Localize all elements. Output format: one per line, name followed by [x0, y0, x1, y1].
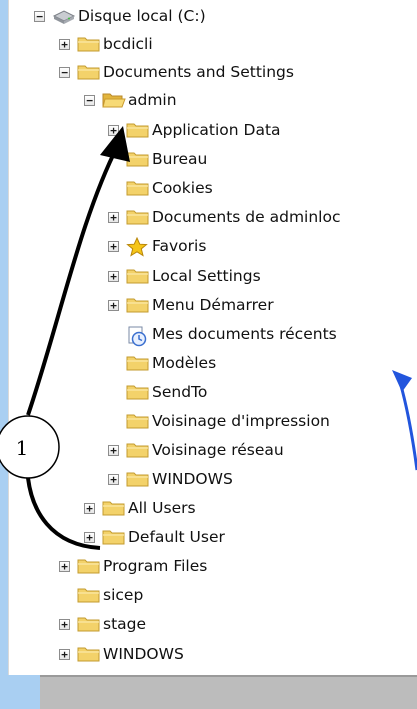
scrollbar-edge	[40, 675, 417, 677]
tree-item-all-users[interactable]: + All Users	[0, 495, 417, 523]
open-folder-icon	[102, 91, 126, 109]
folder-icon	[126, 121, 149, 139]
expand-button[interactable]: +	[59, 39, 70, 50]
folder-icon	[77, 557, 100, 575]
tree-item-label: Bureau	[152, 150, 208, 168]
folder-icon	[126, 150, 149, 168]
tree-item-label: Voisinage réseau	[152, 441, 284, 459]
tree-item-label: WINDOWS	[152, 470, 233, 488]
tree-item-label: stage	[103, 615, 147, 633]
expand-button[interactable]: +	[84, 503, 95, 514]
tree-item-menu-demarrer[interactable]: + Menu Démarrer	[0, 292, 417, 320]
tree-item-program-files[interactable]: + Program Files	[0, 553, 417, 581]
horizontal-scrollbar[interactable]	[40, 675, 417, 709]
star-icon	[126, 236, 148, 257]
tree-item-stage[interactable]: + stage	[0, 611, 417, 639]
tree-item-documents-and-settings[interactable]: − Documents and Settings	[0, 59, 417, 87]
tree-item-mes-documents-recents[interactable]: Mes documents récents	[0, 321, 417, 349]
tree-item-label: Program Files	[103, 557, 208, 575]
recent-documents-icon	[126, 325, 148, 347]
folder-icon	[126, 383, 149, 401]
folder-tree: − Disque local (C:) + bcdicli − Documents and…	[0, 0, 417, 675]
tree-item-label: SendTo	[152, 383, 208, 401]
folder-icon	[126, 179, 149, 197]
tree-item-favoris[interactable]: + Favoris	[0, 233, 417, 261]
tree-item-label: Documents de adminloc	[152, 208, 341, 226]
expand-button[interactable]: +	[59, 561, 70, 572]
collapse-button[interactable]: −	[59, 67, 70, 78]
tree-item-label: Modèles	[152, 354, 217, 372]
tree-item-label: All Users	[128, 499, 196, 517]
hard-drive-icon	[52, 7, 76, 25]
folder-icon	[102, 528, 125, 546]
tree-item-label: Cookies	[152, 179, 213, 197]
folder-icon	[77, 63, 100, 81]
folder-icon	[77, 615, 100, 633]
tree-item-default-user[interactable]: + Default User	[0, 524, 417, 552]
expand-button[interactable]: +	[108, 212, 119, 223]
tree-item-windows-admin[interactable]: + WINDOWS	[0, 466, 417, 494]
tree-item-label: sicep	[103, 586, 144, 604]
tree-item-label: Disque local (C:)	[78, 7, 206, 25]
tree-item-local-settings[interactable]: + Local Settings	[0, 263, 417, 291]
tree-item-label: admin	[128, 91, 177, 109]
folder-icon	[126, 296, 149, 314]
tree-item-modeles[interactable]: Modèles	[0, 350, 417, 378]
collapse-button[interactable]: −	[34, 11, 45, 22]
tree-item-windows-root[interactable]: + WINDOWS	[0, 641, 417, 669]
expand-button[interactable]: +	[59, 649, 70, 660]
tree-item-disque-local[interactable]: − Disque local (C:)	[0, 3, 417, 31]
folder-icon	[126, 441, 149, 459]
expand-button[interactable]: +	[108, 125, 119, 136]
tree-item-label: Local Settings	[152, 267, 261, 285]
expand-button[interactable]: +	[108, 474, 119, 485]
tree-item-documents-de-adminloc[interactable]: + Documents de adminloc	[0, 204, 417, 232]
tree-item-label: Application Data	[152, 121, 281, 139]
tree-item-label: Mes documents récents	[152, 325, 337, 343]
collapse-button[interactable]: −	[84, 95, 95, 106]
tree-item-voisinage-reseau[interactable]: + Voisinage réseau	[0, 437, 417, 465]
tree-item-bcdicli[interactable]: + bcdicli	[0, 31, 417, 59]
folder-icon	[126, 208, 149, 226]
folder-icon	[77, 35, 100, 53]
tree-item-label: Voisinage d'impression	[152, 412, 330, 430]
tree-item-sendto[interactable]: SendTo	[0, 379, 417, 407]
expand-button[interactable]: +	[108, 241, 119, 252]
folder-icon	[126, 267, 149, 285]
annotation-marker-label: 1	[15, 436, 29, 460]
expand-button[interactable]: +	[108, 445, 119, 456]
tree-item-application-data[interactable]: + Application Data	[0, 117, 417, 145]
folder-icon	[126, 470, 149, 488]
expand-button[interactable]: +	[108, 300, 119, 311]
folder-icon	[77, 645, 100, 663]
tree-item-admin[interactable]: − admin	[0, 87, 417, 115]
expand-button[interactable]: +	[108, 271, 119, 282]
tree-item-bureau[interactable]: Bureau	[0, 146, 417, 174]
tree-item-voisinage-impression[interactable]: Voisinage d'impression	[0, 408, 417, 436]
tree-item-cookies[interactable]: Cookies	[0, 175, 417, 203]
folder-icon	[102, 499, 125, 517]
tree-item-sicep[interactable]: sicep	[0, 582, 417, 610]
tree-item-label: bcdicli	[103, 35, 153, 53]
folder-icon	[126, 412, 149, 430]
tree-item-label: Favoris	[152, 237, 207, 255]
folder-icon	[126, 354, 149, 372]
tree-item-label: Menu Démarrer	[152, 296, 274, 314]
expand-button[interactable]: +	[59, 619, 70, 630]
expand-button[interactable]: +	[84, 532, 95, 543]
tree-item-label: Default User	[128, 528, 225, 546]
tree-item-label: WINDOWS	[103, 645, 184, 663]
tree-item-label: Documents and Settings	[103, 63, 294, 81]
folder-icon	[77, 586, 100, 604]
